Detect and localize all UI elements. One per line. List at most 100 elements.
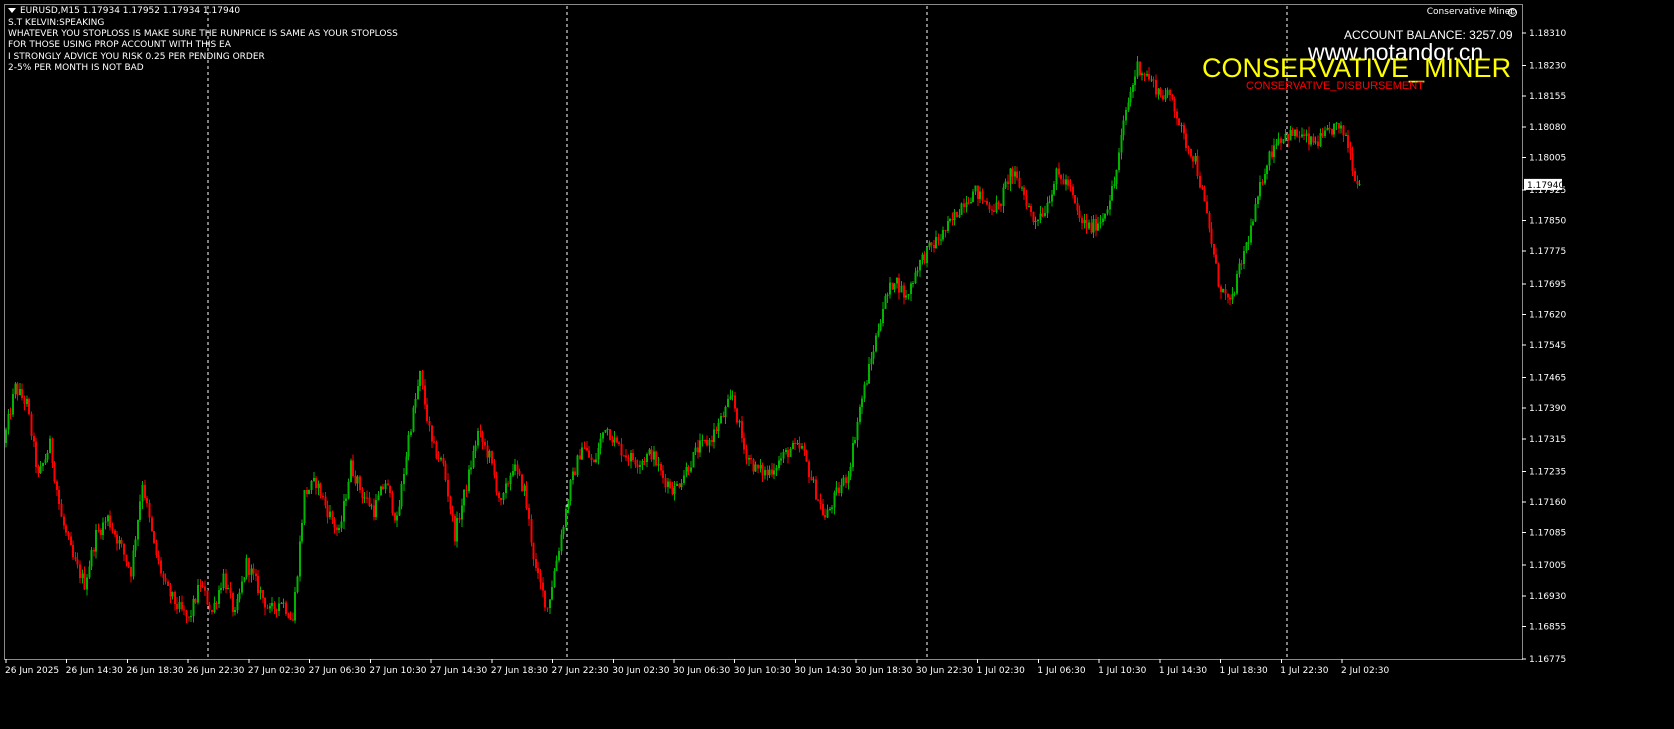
candle-body bbox=[699, 440, 702, 453]
candle-body bbox=[456, 517, 459, 542]
candle-body bbox=[534, 558, 537, 569]
candle-body bbox=[465, 489, 468, 492]
candle-body bbox=[116, 534, 119, 544]
candle-body bbox=[160, 560, 163, 574]
candle-body bbox=[1037, 220, 1040, 222]
candle-body bbox=[1236, 273, 1239, 294]
candle-body bbox=[81, 573, 84, 579]
candle-body bbox=[1018, 177, 1021, 188]
candle-body bbox=[780, 458, 783, 461]
candle-body bbox=[560, 534, 563, 551]
candle-body bbox=[481, 431, 484, 443]
candle-body bbox=[1300, 134, 1303, 137]
candle-body bbox=[548, 599, 551, 609]
candle-body bbox=[611, 439, 614, 443]
x-tick-label: 30 Jun 02:30 bbox=[612, 666, 669, 676]
candle-body bbox=[738, 421, 741, 423]
candle-body bbox=[666, 481, 669, 487]
candle-body bbox=[967, 202, 970, 204]
candle-body bbox=[28, 398, 31, 415]
candle-body bbox=[1150, 79, 1153, 81]
candle-body bbox=[333, 520, 336, 528]
candle-body bbox=[180, 601, 183, 610]
candle-body bbox=[551, 586, 554, 600]
candle-body bbox=[317, 483, 320, 488]
candle-body bbox=[937, 237, 940, 241]
candle-body bbox=[507, 483, 510, 485]
candle-body bbox=[787, 449, 790, 457]
candle-body bbox=[472, 450, 475, 468]
candle-body bbox=[405, 456, 408, 474]
candle-body bbox=[453, 516, 456, 542]
candle-body bbox=[1286, 134, 1289, 141]
candle-body bbox=[900, 285, 903, 293]
candle-body bbox=[625, 455, 628, 458]
candle-body bbox=[1048, 201, 1051, 204]
candlestick-plot[interactable]: 1.18310 1.18230 1.18155 1.18080 1.18005 1.179… bbox=[0, 0, 1674, 729]
candle-body bbox=[1247, 242, 1250, 244]
candle-body bbox=[349, 460, 352, 483]
candle-body bbox=[308, 489, 311, 495]
candle-body bbox=[1317, 141, 1320, 147]
candle-body bbox=[750, 457, 753, 460]
symbol-info: EURUSD,M15 1.17934 1.17952 1.17934 1.179… bbox=[20, 6, 241, 16]
y-tick-label: 1.17005 bbox=[1529, 561, 1566, 571]
candle-body bbox=[176, 604, 179, 609]
smiley-icon[interactable]: ☺ bbox=[1508, 8, 1517, 17]
candle-body bbox=[789, 448, 792, 457]
candle-body bbox=[521, 474, 524, 491]
candle-body bbox=[882, 308, 885, 323]
candle-body bbox=[562, 527, 565, 535]
candle-body bbox=[997, 202, 1000, 204]
candle-body bbox=[1215, 254, 1218, 264]
y-tick-label: 1.17545 bbox=[1529, 341, 1566, 351]
candle-body bbox=[113, 530, 116, 535]
candle-body bbox=[273, 602, 276, 609]
candle-body bbox=[710, 439, 713, 442]
candle-body bbox=[497, 492, 500, 499]
candle-body bbox=[9, 413, 12, 415]
candle-body bbox=[726, 399, 729, 407]
x-tick-label: 1 Jul 18:30 bbox=[1220, 666, 1269, 676]
candle-body bbox=[1277, 138, 1280, 145]
candle-body bbox=[173, 591, 176, 605]
candle-body bbox=[629, 453, 632, 462]
candle-body bbox=[62, 516, 65, 526]
candle-body bbox=[296, 576, 299, 593]
candle-body bbox=[1354, 170, 1357, 181]
dropdown-arrow-icon[interactable] bbox=[8, 8, 16, 13]
candle-body bbox=[525, 485, 528, 508]
candle-body bbox=[1275, 144, 1278, 146]
candle-body bbox=[213, 602, 216, 613]
candle-body bbox=[919, 260, 922, 271]
candle-body bbox=[902, 285, 905, 298]
candle-body bbox=[384, 483, 387, 490]
candle-body bbox=[863, 384, 866, 399]
candle-body bbox=[868, 363, 871, 384]
y-tick-label: 1.18155 bbox=[1529, 92, 1566, 102]
candle-body bbox=[74, 557, 77, 560]
candle-body bbox=[694, 447, 697, 453]
candle-body bbox=[828, 508, 831, 510]
candle-body bbox=[1187, 147, 1190, 150]
x-tick-label: 26 Jun 2025 bbox=[5, 666, 59, 676]
candle-body bbox=[960, 203, 963, 215]
candle-body bbox=[782, 452, 785, 459]
candle-body bbox=[655, 451, 658, 466]
candle-body bbox=[1057, 168, 1060, 175]
y-tick-label: 1.18005 bbox=[1529, 153, 1566, 163]
candle-body bbox=[1138, 61, 1141, 76]
candle-body bbox=[477, 430, 480, 446]
candle-body bbox=[608, 428, 611, 440]
candle-body bbox=[759, 465, 762, 469]
candle-body bbox=[42, 463, 45, 467]
x-tick-label: 27 Jun 14:30 bbox=[430, 666, 487, 676]
candle-body bbox=[44, 459, 47, 464]
y-tick-label: 1.18080 bbox=[1529, 123, 1566, 133]
candle-body bbox=[969, 202, 972, 204]
x-tick-label: 27 Jun 10:30 bbox=[369, 666, 426, 676]
candle-body bbox=[1342, 125, 1345, 136]
candle-body bbox=[319, 483, 322, 496]
candle-body bbox=[1263, 173, 1266, 184]
candle-body bbox=[632, 453, 635, 461]
